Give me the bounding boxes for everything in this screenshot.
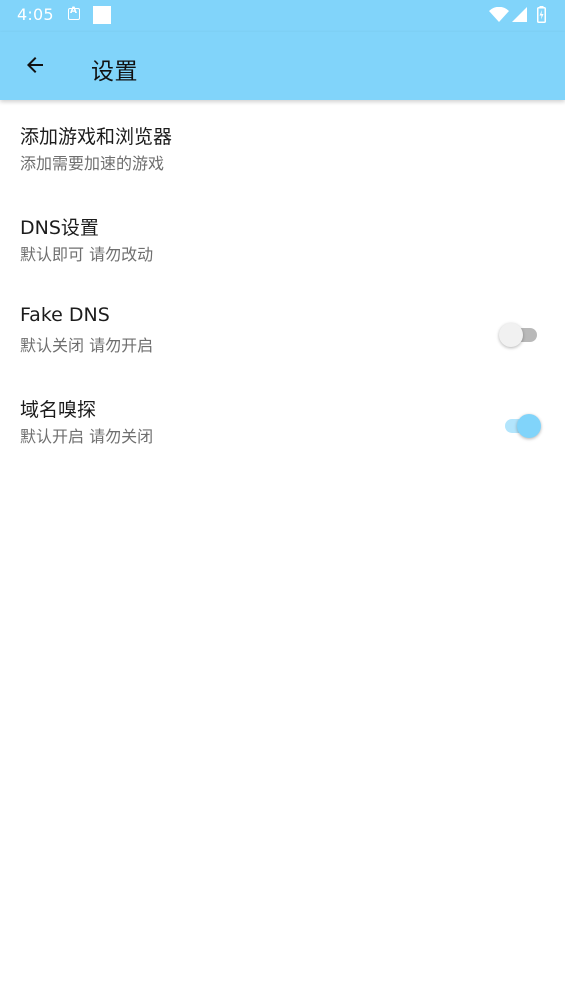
setting-summary: 默认关闭 请勿开启 (20, 336, 154, 355)
settings-list: 添加游戏和浏览器 添加需要加速的游戏 DNS设置 默认即可 请勿改动 Fake … (0, 100, 565, 464)
setting-summary: 默认即可 请勿改动 (20, 245, 154, 264)
back-button[interactable] (12, 42, 58, 88)
setting-dns[interactable]: DNS设置 默认即可 请勿改动 (0, 191, 565, 282)
setting-summary: 添加需要加速的游戏 (20, 154, 165, 173)
setting-title: 添加游戏和浏览器 (20, 126, 173, 148)
system-icons (489, 5, 549, 25)
setting-add-games-browsers[interactable]: 添加游戏和浏览器 添加需要加速的游戏 (0, 100, 565, 191)
accessibility-notification-icon (68, 6, 80, 20)
switch-thumb (517, 414, 541, 438)
setting-domain-sniffing[interactable]: 域名嗅探 默认开启 请勿关闭 (0, 373, 565, 464)
domain-sniffing-switch[interactable] (497, 411, 543, 441)
page-title: 设置 (91, 59, 138, 85)
setting-fake-dns[interactable]: Fake DNS 默认关闭 请勿开启 (0, 282, 565, 373)
setting-title: Fake DNS (20, 304, 110, 326)
status-time: 4:05 (17, 5, 54, 24)
setting-title: 域名嗅探 (20, 399, 97, 421)
notification-square-icon (93, 6, 111, 24)
switch-thumb (499, 323, 523, 347)
fake-dns-switch[interactable] (497, 320, 543, 350)
battery-icon (537, 6, 546, 23)
cell-signal-icon (512, 7, 527, 22)
setting-title: DNS设置 (20, 217, 99, 239)
setting-summary: 默认开启 请勿关闭 (20, 427, 154, 446)
arrow-back-icon (27, 57, 43, 73)
app-bar: 设置 (0, 32, 565, 100)
wifi-icon (489, 7, 509, 22)
status-bar: 4:05 (0, 0, 565, 32)
